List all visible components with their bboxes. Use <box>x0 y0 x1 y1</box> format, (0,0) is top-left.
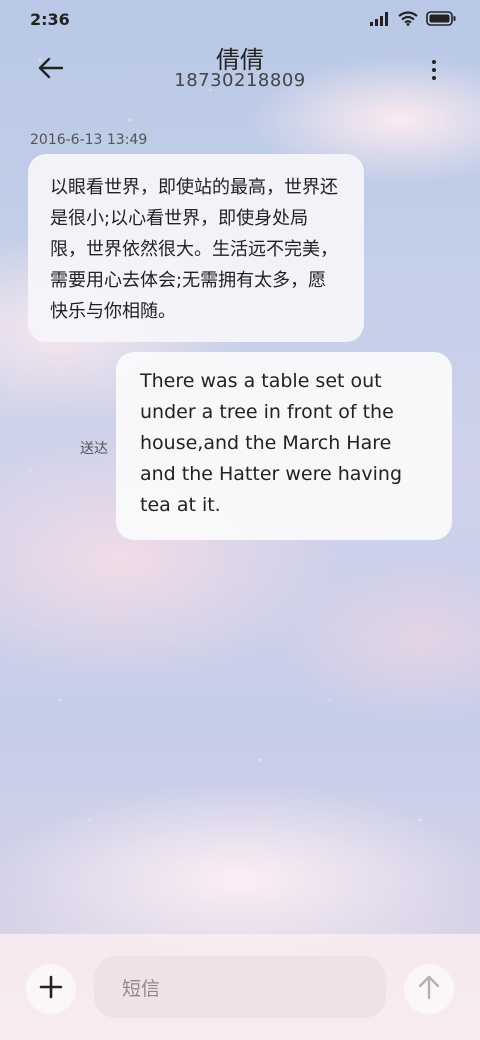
incoming-message-bubble[interactable]: 以眼看世界，即使站的最高，世界还是很小;以心看世界，即使身处局限，世界依然很大。… <box>28 154 364 342</box>
status-bar: 2:36 <box>0 0 480 40</box>
plus-icon <box>39 975 63 1003</box>
status-icons <box>370 11 456 30</box>
outgoing-message-bubble[interactable]: There was a table set out under a tree i… <box>116 352 452 540</box>
contact-phone-number: 18730218809 <box>174 70 306 91</box>
wifi-icon <box>398 11 418 30</box>
send-button[interactable] <box>404 964 454 1014</box>
incoming-message-text: 以眼看世界，即使站的最高，世界还是很小;以心看世界，即使身处局限，世界依然很大。… <box>50 177 338 322</box>
conversation-header: 倩倩 18730218809 <box>0 40 480 110</box>
battery-icon <box>426 11 456 30</box>
outgoing-message-text: There was a table set out under a tree i… <box>140 370 403 516</box>
add-attachment-button[interactable] <box>26 964 76 1014</box>
more-options-button[interactable] <box>422 54 446 86</box>
signal-icon <box>370 11 390 30</box>
status-time: 2:36 <box>30 10 70 29</box>
message-composer: 短信 <box>0 934 480 1040</box>
arrow-up-icon <box>417 974 441 1004</box>
delivery-status: 送达 <box>80 441 108 457</box>
message-timestamp: 2016-6-13 13:49 <box>30 132 148 148</box>
sms-input[interactable]: 短信 <box>94 956 386 1018</box>
more-vertical-icon <box>432 60 436 64</box>
